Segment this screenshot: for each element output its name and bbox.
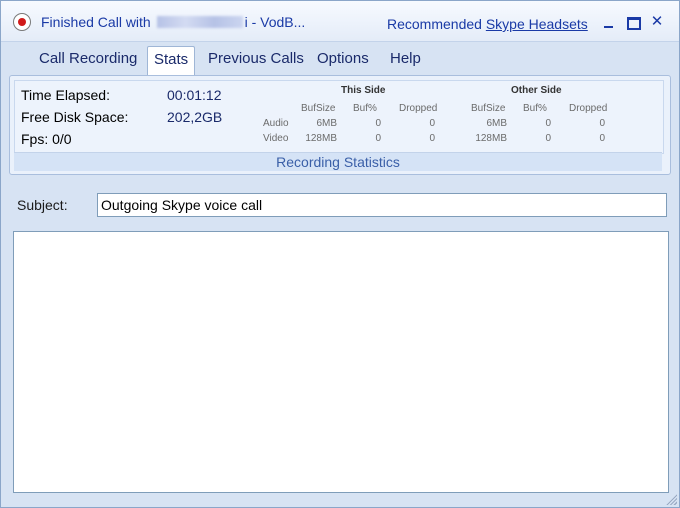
video-other-bufsize: 128MB (475, 133, 507, 144)
subject-label: Subject: (17, 197, 68, 213)
audio-other-dropped: 0 (599, 118, 605, 129)
other-side-header: Other Side (511, 85, 562, 96)
app-window: Finished Call with i - VodB... Recommend… (0, 0, 680, 508)
tab-options[interactable]: Options (317, 50, 369, 67)
maximize-button[interactable] (625, 14, 641, 30)
audio-other-bufsize: 6MB (486, 118, 507, 129)
minimize-button[interactable] (601, 14, 617, 30)
stats-panel: Time Elapsed: 00:01:12 Free Disk Space: … (9, 75, 671, 175)
free-disk-space-label: Free Disk Space: (21, 109, 129, 125)
video-other-dropped: 0 (599, 133, 605, 144)
this-side-header: This Side (341, 85, 386, 96)
close-button[interactable]: ✕ (649, 14, 665, 30)
window-title-prefix: Finished Call with (41, 14, 151, 30)
recommendation: Recommended Skype Headsets (387, 16, 588, 32)
video-this-bufsize: 128MB (305, 133, 337, 144)
video-row-label: Video (263, 133, 289, 144)
tab-help[interactable]: Help (390, 50, 421, 67)
tab-previous-calls[interactable]: Previous Calls (208, 50, 304, 67)
free-disk-space-value: 202,2GB (167, 109, 223, 125)
audio-this-bufsize: 6MB (316, 118, 337, 129)
video-this-bufpct: 0 (375, 133, 381, 144)
audio-this-dropped: 0 (429, 118, 435, 129)
audio-other-bufpct: 0 (545, 118, 551, 129)
time-elapsed-label: Time Elapsed: (21, 87, 110, 103)
notes-textarea[interactable] (13, 231, 669, 493)
subject-input[interactable] (97, 193, 667, 217)
tab-stats[interactable]: Stats (147, 46, 196, 76)
tab-bar: Call Recording Stats Previous Calls Opti… (1, 42, 679, 76)
fps-label: Fps: 0/0 (21, 131, 72, 147)
window-title: Finished Call with i - VodB... (41, 14, 305, 30)
tab-call-recording[interactable]: Call Recording (39, 50, 137, 67)
resize-grip-icon[interactable] (665, 493, 677, 505)
this-bufpct-header: Buf% (353, 103, 377, 114)
time-elapsed-value: 00:01:12 (167, 87, 222, 103)
stats-content: Time Elapsed: 00:01:12 Free Disk Space: … (14, 80, 664, 154)
this-dropped-header: Dropped (399, 103, 438, 114)
title-bar: Finished Call with i - VodB... Recommend… (1, 1, 679, 42)
record-status-icon (13, 13, 31, 31)
recommended-label: Recommended (387, 16, 482, 32)
skype-headsets-link[interactable]: Skype Headsets (486, 16, 588, 32)
audio-row-label: Audio (263, 118, 289, 129)
video-other-bufpct: 0 (545, 133, 551, 144)
other-bufsize-header: BufSize (471, 103, 506, 114)
audio-this-bufpct: 0 (375, 118, 381, 129)
this-bufsize-header: BufSize (301, 103, 336, 114)
window-title-suffix: i - VodB... (244, 14, 306, 30)
recording-statistics-footer: Recording Statistics (14, 152, 662, 171)
redacted-contact-name (156, 16, 243, 28)
other-bufpct-header: Buf% (523, 103, 547, 114)
other-dropped-header: Dropped (569, 103, 608, 114)
video-this-dropped: 0 (429, 133, 435, 144)
